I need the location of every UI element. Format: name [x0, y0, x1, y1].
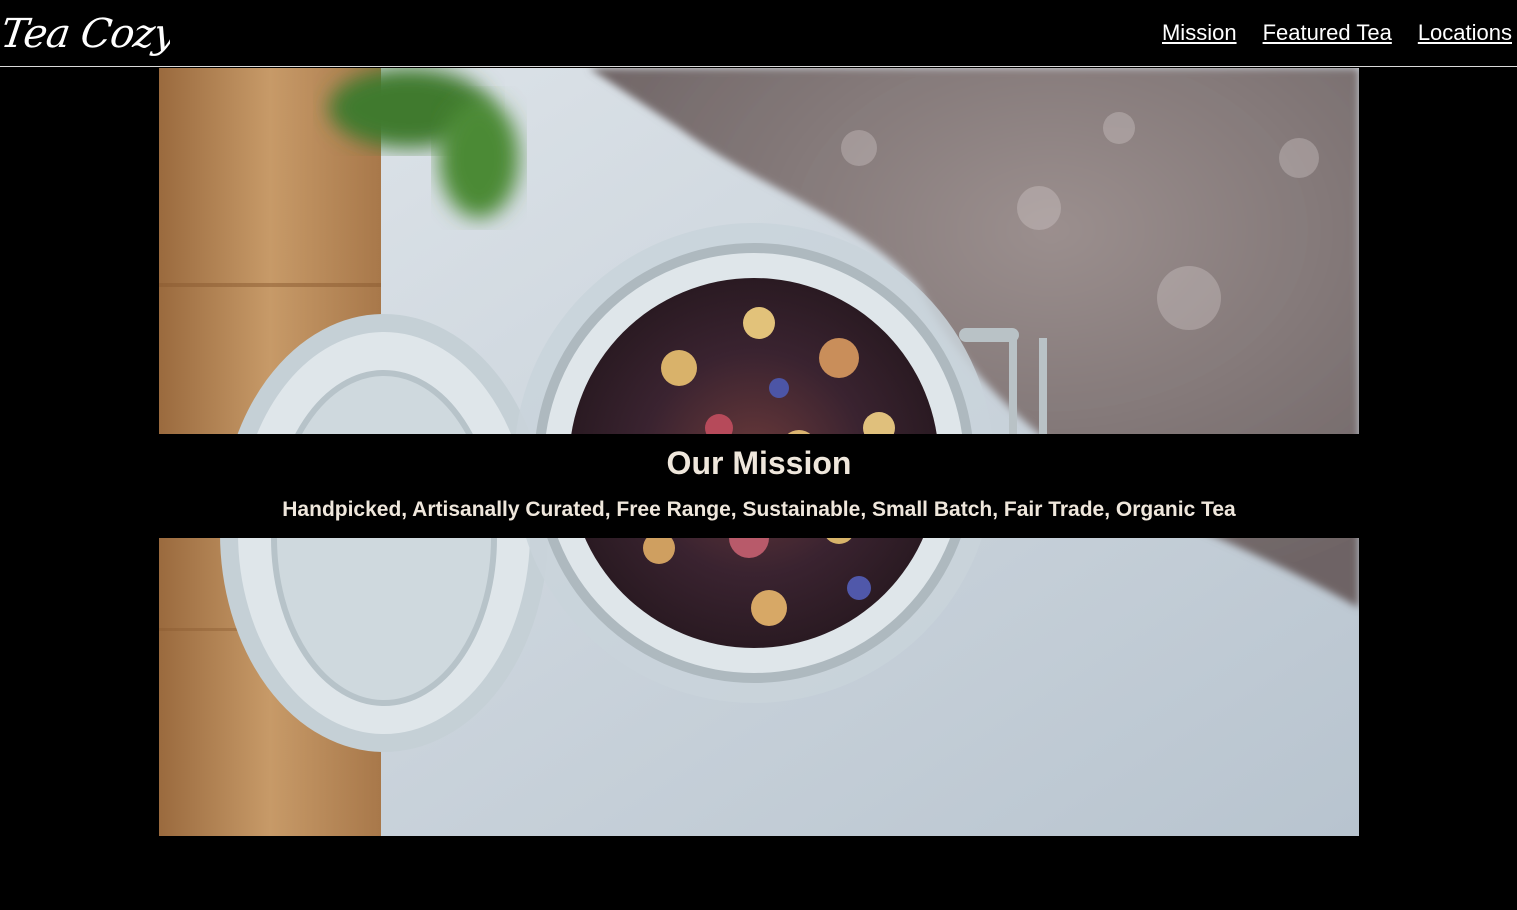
- mission-title: Our Mission: [666, 445, 852, 481]
- nav-link-locations[interactable]: Locations: [1418, 18, 1512, 48]
- site-header: Tea Cozy Mission Featured Tea Locations: [0, 0, 1517, 67]
- tea-cozy-logo[interactable]: Tea Cozy: [0, 0, 170, 67]
- nav-link-mission[interactable]: Mission: [1162, 18, 1237, 48]
- mission-subtitle: Handpicked, Artisanally Curated, Free Ra…: [282, 498, 1236, 521]
- mission-section: Our Mission Handpicked, Artisanally Cura…: [159, 434, 1359, 538]
- nav-link-featured-tea[interactable]: Featured Tea: [1263, 18, 1392, 48]
- main-nav: Mission Featured Tea Locations: [1136, 18, 1512, 48]
- logo-text: Tea Cozy: [0, 11, 170, 57]
